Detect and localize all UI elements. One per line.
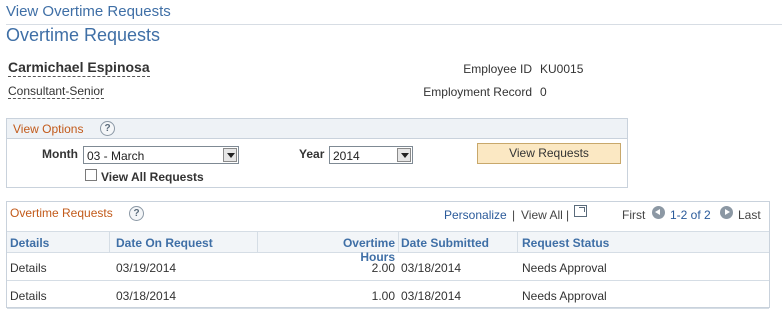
view-all-requests-checkbox[interactable] bbox=[85, 169, 97, 181]
request-status-cell: Needs Approval bbox=[522, 289, 607, 303]
month-select[interactable]: 03 - March bbox=[83, 146, 239, 164]
first-link[interactable]: First bbox=[622, 208, 645, 222]
employee-name[interactable]: Carmichael Espinosa bbox=[8, 59, 150, 77]
column-divider bbox=[517, 232, 518, 253]
date-submitted-cell: 03/18/2014 bbox=[401, 261, 462, 275]
zoom-grid-icon[interactable] bbox=[574, 205, 587, 217]
nav-separator: | bbox=[512, 208, 516, 222]
page-title: Overtime Requests bbox=[6, 25, 161, 45]
previous-arrow-icon[interactable] bbox=[652, 206, 665, 219]
next-arrow-icon[interactable] bbox=[720, 206, 733, 219]
view-options-header: View Options ? bbox=[7, 119, 627, 139]
month-select-value: 03 - March bbox=[87, 149, 145, 163]
overtime-requests-grid: Overtime Requests ? Personalize | View A… bbox=[6, 201, 770, 309]
table-row: Details 03/18/2014 1.00 03/18/2014 Needs… bbox=[7, 281, 769, 309]
column-divider bbox=[109, 232, 110, 253]
column-header-date-on-request[interactable]: Date On Request bbox=[116, 236, 213, 250]
employee-id-value: KU0015 bbox=[540, 62, 584, 76]
breadcrumb[interactable]: View Overtime Requests bbox=[6, 3, 171, 20]
details-link[interactable]: Details bbox=[10, 289, 47, 303]
overtime-hours-cell: 2.00 bbox=[371, 261, 395, 275]
chevron-down-icon[interactable] bbox=[397, 148, 411, 162]
column-header-request-status[interactable]: Request Status bbox=[522, 236, 609, 250]
date-on-request-cell: 03/18/2014 bbox=[116, 289, 177, 303]
date-submitted-cell: 03/18/2014 bbox=[401, 289, 462, 303]
grid-column-headers: Details Date On Request Overtime Hours D… bbox=[7, 231, 769, 264]
view-all-requests-label[interactable]: View All Requests bbox=[101, 170, 204, 184]
date-on-request-cell: 03/19/2014 bbox=[116, 261, 177, 275]
column-header-details[interactable]: Details bbox=[10, 236, 49, 250]
employment-record-label: Employment Record bbox=[423, 85, 532, 99]
view-all-link[interactable]: View All bbox=[521, 208, 563, 222]
help-icon[interactable]: ? bbox=[129, 206, 144, 221]
employment-record-value: 0 bbox=[540, 85, 547, 99]
personalize-link[interactable]: Personalize bbox=[444, 208, 507, 222]
column-divider bbox=[398, 232, 399, 253]
table-row: Details 03/19/2014 2.00 03/18/2014 Needs… bbox=[7, 253, 769, 281]
employee-job-title[interactable]: Consultant-Senior bbox=[8, 84, 105, 99]
chevron-down-icon[interactable] bbox=[223, 148, 237, 162]
column-header-date-submitted[interactable]: Date Submitted bbox=[401, 236, 489, 250]
view-requests-button[interactable]: View Requests bbox=[477, 143, 621, 164]
request-status-cell: Needs Approval bbox=[522, 261, 607, 275]
nav-separator: | bbox=[566, 208, 570, 222]
details-link[interactable]: Details bbox=[10, 261, 47, 275]
grid-title: Overtime Requests bbox=[10, 206, 113, 220]
year-select-value: 2014 bbox=[333, 149, 360, 163]
year-select[interactable]: 2014 bbox=[329, 146, 413, 164]
view-options-panel: View Options ? Month 03 - March Year 201… bbox=[6, 118, 628, 188]
year-label: Year bbox=[299, 147, 325, 161]
column-divider bbox=[257, 232, 258, 253]
last-link[interactable]: Last bbox=[738, 208, 761, 222]
overtime-hours-cell: 1.00 bbox=[371, 289, 395, 303]
employee-id-label: Employee ID bbox=[463, 62, 532, 76]
month-label: Month bbox=[42, 147, 78, 161]
grid-range: 1-2 of 2 bbox=[670, 208, 711, 222]
help-icon[interactable]: ? bbox=[100, 121, 115, 136]
view-options-title: View Options bbox=[13, 122, 84, 136]
